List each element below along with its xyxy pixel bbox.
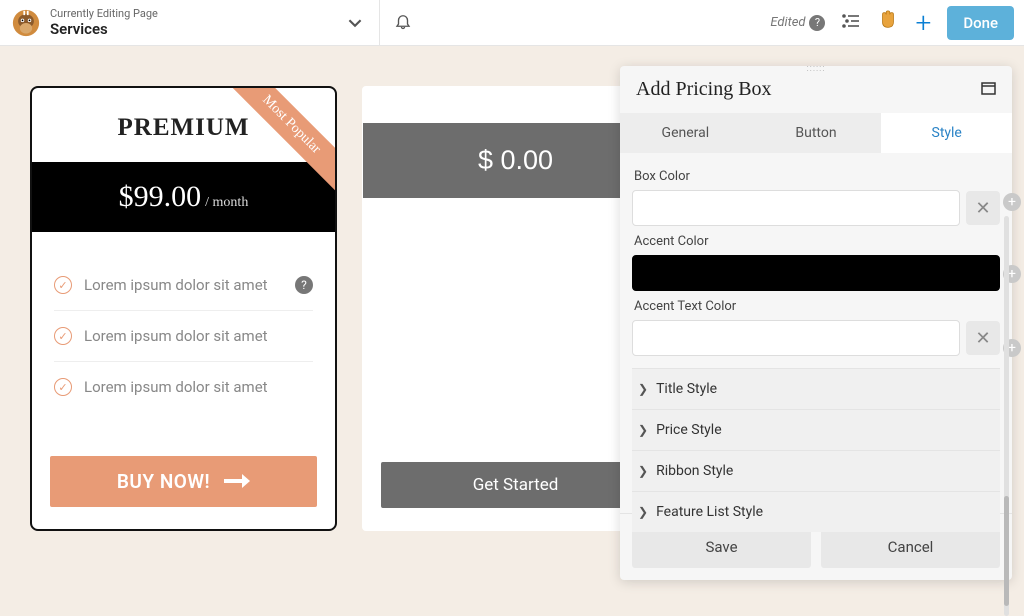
tab-style[interactable]: Style (881, 113, 1012, 153)
top-bar: Currently Editing Page Services Edited ?… (0, 0, 1024, 46)
accent-text-color-swatch[interactable] (632, 320, 960, 356)
feature-text: Lorem ipsum dolor sit amet (84, 276, 268, 294)
help-icon[interactable]: ? (295, 276, 313, 294)
accordion-label: Ribbon Style (656, 463, 733, 479)
cta-label: BUY NOW! (117, 470, 210, 493)
clear-color-button[interactable]: ✕ (966, 321, 1000, 355)
tab-general[interactable]: General (620, 113, 751, 153)
outline-icon[interactable] (841, 12, 861, 34)
accordion-feature-list-style[interactable]: ❯ Feature List Style (632, 491, 1000, 532)
box-color-swatch[interactable] (632, 190, 960, 226)
save-button[interactable]: Save (632, 526, 811, 568)
clear-color-button[interactable]: ✕ (966, 191, 1000, 225)
pricing-card-premium[interactable]: Most Popular PREMIUM $99.00/ month ✓ Lor… (30, 86, 337, 531)
panel-title: Add Pricing Box (636, 78, 772, 101)
accent-color-swatch[interactable] (632, 255, 1000, 291)
feature-item: ✓ Lorem ipsum dolor sit amet ? (54, 260, 313, 311)
get-started-button[interactable]: Get Started (381, 462, 650, 508)
glove-icon[interactable] (877, 9, 899, 36)
buy-now-button[interactable]: BUY NOW! (50, 456, 317, 507)
cancel-button[interactable]: Cancel (821, 526, 1000, 568)
edited-status[interactable]: Edited ? (770, 15, 825, 31)
done-button[interactable]: Done (947, 6, 1014, 40)
accordion-label: Title Style (656, 381, 717, 397)
label-accent-color: Accent Color (634, 234, 1000, 249)
add-setting-icon[interactable]: + (1003, 193, 1021, 211)
app-logo-icon (12, 9, 40, 37)
accordion-label: Price Style (656, 422, 722, 438)
feature-text: Lorem ipsum dolor sit amet (84, 327, 268, 345)
price-amount: $99.00 (119, 180, 202, 213)
page-title: Services (50, 20, 343, 38)
check-icon: ✓ (54, 378, 72, 396)
edited-label: Edited (770, 15, 805, 30)
arrow-right-icon (224, 470, 250, 493)
chevron-right-icon: ❯ (638, 382, 648, 396)
price-period: / month (205, 195, 248, 210)
accordion-label: Feature List Style (656, 504, 763, 520)
expand-icon[interactable] (981, 81, 996, 99)
label-box-color: Box Color (634, 169, 1000, 184)
feature-list: ✓ Lorem ipsum dolor sit amet ? ✓ Lorem i… (32, 232, 335, 456)
add-button[interactable]: + (915, 6, 931, 39)
notification-bell-icon[interactable] (394, 12, 412, 34)
panel-tabs: General Button Style (620, 113, 1012, 153)
settings-panel: :::::: Add Pricing Box General Button St… (620, 66, 1012, 580)
scrollbar-thumb[interactable] (1004, 496, 1009, 606)
chevron-down-icon[interactable] (343, 16, 367, 30)
card-price-bar: $99.00/ month (32, 162, 335, 232)
feature-item: ✓ Lorem ipsum dolor sit amet (54, 362, 313, 412)
panel-body: Box Color ✕ + Accent Color + Accent Text… (620, 153, 1012, 513)
check-icon: ✓ (54, 276, 72, 294)
feature-text: Lorem ipsum dolor sit amet (84, 378, 268, 396)
chevron-right-icon: ❯ (638, 423, 648, 437)
page-subtitle: Currently Editing Page (50, 7, 343, 20)
accordion-ribbon-style[interactable]: ❯ Ribbon Style (632, 450, 1000, 491)
accordion-title-style[interactable]: ❯ Title Style (632, 368, 1000, 409)
label-accent-text-color: Accent Text Color (634, 299, 1000, 314)
help-icon: ? (809, 15, 825, 31)
tab-button[interactable]: Button (751, 113, 882, 153)
chevron-right-icon: ❯ (638, 505, 648, 519)
chevron-right-icon: ❯ (638, 464, 648, 478)
page-title-section[interactable]: Currently Editing Page Services (0, 0, 380, 45)
feature-item: ✓ Lorem ipsum dolor sit amet (54, 311, 313, 362)
check-icon: ✓ (54, 327, 72, 345)
accordion-price-style[interactable]: ❯ Price Style (632, 409, 1000, 450)
